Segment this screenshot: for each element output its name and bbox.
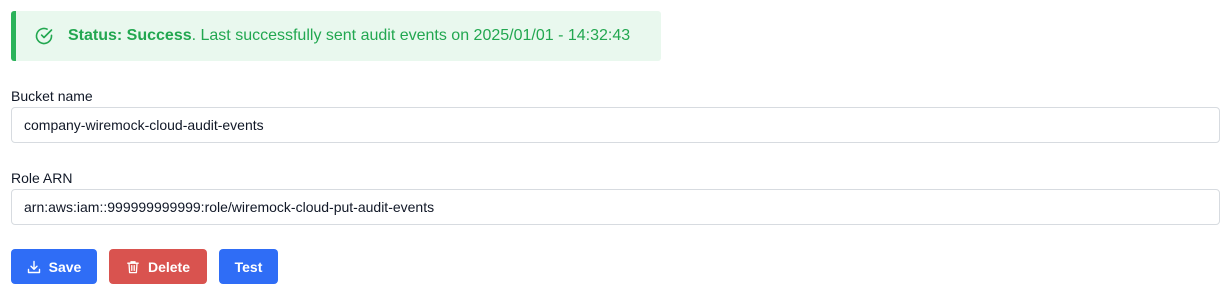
test-button[interactable]: Test (219, 249, 278, 284)
role-arn-input[interactable] (11, 189, 1220, 225)
status-banner: Status: Success. Last successfully sent … (11, 11, 661, 61)
trash-icon (126, 260, 140, 274)
bucket-name-label: Bucket name (11, 88, 93, 104)
bucket-name-input[interactable] (11, 107, 1220, 143)
status-label: Status: Success (68, 27, 192, 44)
test-label: Test (234, 258, 263, 275)
save-label: Save (48, 258, 82, 275)
delete-label: Delete (147, 258, 191, 275)
status-text: Status: Success. Last successfully sent … (68, 27, 630, 45)
download-icon (27, 260, 41, 274)
role-arn-label: Role ARN (11, 170, 73, 186)
delete-button[interactable]: Delete (109, 249, 207, 284)
save-button[interactable]: Save (11, 249, 97, 284)
check-circle-icon (34, 26, 54, 46)
status-message: . Last successfully sent audit events on… (191, 27, 631, 44)
